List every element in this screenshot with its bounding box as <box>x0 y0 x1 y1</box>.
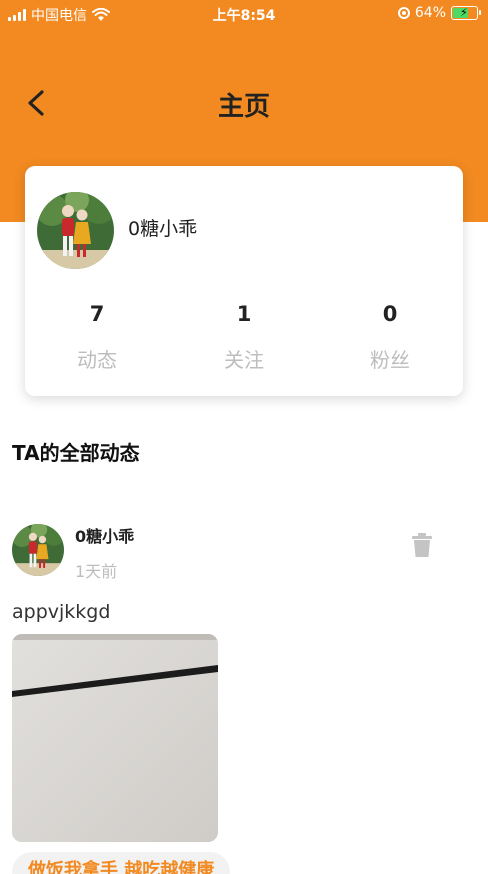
post-tag-chip[interactable]: 做饭我拿手 越吃越健康 <box>12 852 231 874</box>
post-text: appvjkkgd <box>12 601 111 623</box>
stat-following[interactable]: 1 关注 <box>184 302 304 373</box>
page-title: 主页 <box>217 92 270 122</box>
stat-followers[interactable]: 0 粉丝 <box>330 302 450 373</box>
post-username[interactable]: 0糖小乖 <box>75 523 134 547</box>
status-bar: 中国电信 上午8:54 64% ⚡ <box>0 0 488 28</box>
stat-label: 粉丝 <box>370 348 410 372</box>
stat-value: 7 <box>89 302 105 326</box>
stat-label: 关注 <box>224 348 264 372</box>
avatar-image <box>37 192 114 269</box>
stat-value: 0 <box>382 302 398 326</box>
avatar[interactable] <box>37 192 114 269</box>
status-right: 64% ⚡ <box>397 5 481 21</box>
post-photo <box>12 634 218 842</box>
battery-percent: 64% <box>414 5 446 21</box>
orientation-lock-icon <box>397 7 410 19</box>
post-avatar[interactable] <box>12 524 64 576</box>
section-title: TA的全部动态 <box>12 441 140 465</box>
post-timestamp: 1天前 <box>75 562 118 581</box>
delete-post-button[interactable] <box>410 532 434 558</box>
charging-bolt-icon: ⚡ <box>460 6 468 19</box>
stat-label: 动态 <box>77 348 117 372</box>
post-image[interactable] <box>12 634 218 842</box>
profile-card: 0糖小乖 7 动态 1 关注 0 粉丝 <box>25 166 463 396</box>
avatar-image <box>12 524 64 576</box>
profile-name: 0糖小乖 <box>128 218 198 240</box>
battery-icon: ⚡ <box>451 6 481 20</box>
stat-value: 1 <box>236 302 252 326</box>
trash-icon <box>412 533 432 557</box>
stat-posts[interactable]: 7 动态 <box>37 302 157 373</box>
